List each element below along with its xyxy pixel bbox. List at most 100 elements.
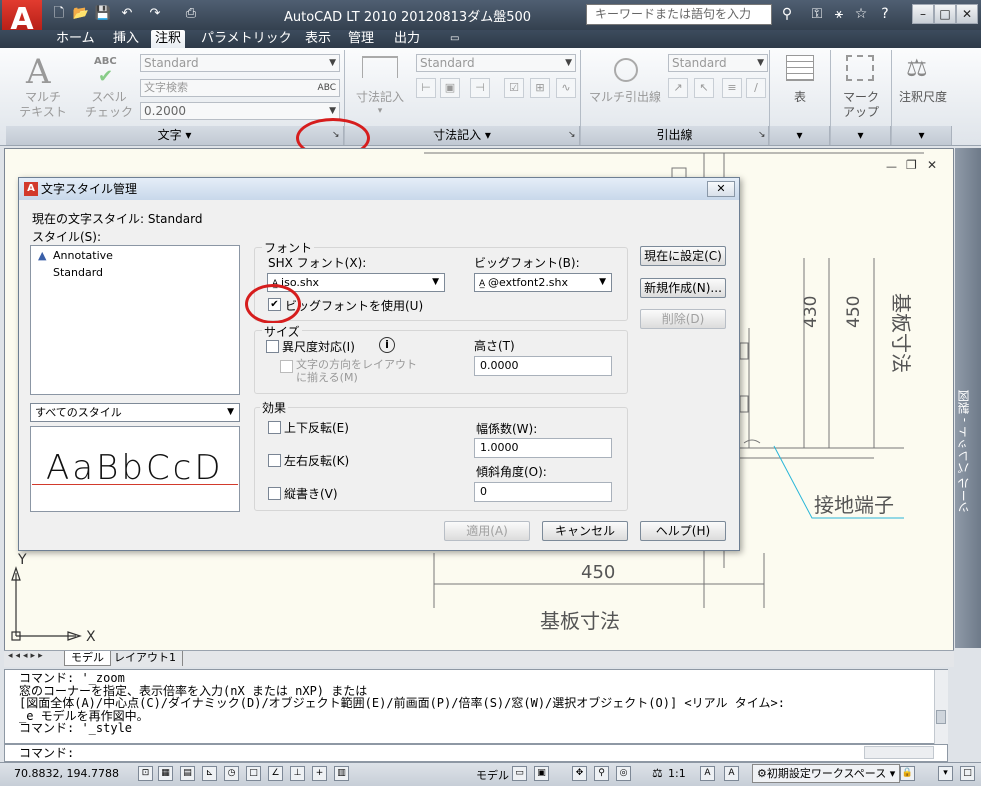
pan-icon[interactable]: ✥ bbox=[572, 766, 587, 781]
clean-screen-icon[interactable]: □ bbox=[960, 766, 975, 781]
add-leader-icon[interactable]: ↗ bbox=[668, 78, 688, 98]
text-style-combo[interactable]: Standard ▼ bbox=[140, 54, 340, 72]
key-icon[interactable]: ⚿ bbox=[808, 6, 826, 22]
style-filter-dropdown[interactable]: すべてのスタイル ▼ bbox=[30, 403, 240, 422]
tab-insert[interactable]: 挿入 bbox=[113, 30, 139, 48]
grid-icon[interactable]: ▤ bbox=[180, 766, 195, 781]
lock-icon[interactable]: 🔒 bbox=[900, 766, 915, 781]
steering-wheel-icon[interactable]: ◎ bbox=[616, 766, 631, 781]
text-height-combo[interactable]: 0.2000 ▼ bbox=[140, 102, 340, 120]
dimension-button[interactable]: 寸法記入 bbox=[352, 90, 408, 105]
style-list-item[interactable]: Standard bbox=[53, 266, 103, 279]
apply-button[interactable]: 適用(A) bbox=[444, 521, 530, 541]
vertical-checkbox[interactable] bbox=[268, 487, 281, 500]
table-button[interactable]: 表 bbox=[776, 90, 824, 105]
viewport-minimize-icon[interactable]: — bbox=[886, 160, 897, 173]
big-font-dropdown[interactable]: A̲ @extfont2.shx ▼ bbox=[474, 273, 612, 292]
align-leader-icon[interactable]: ≡ bbox=[722, 78, 742, 98]
match-orientation-checkbox[interactable] bbox=[280, 360, 293, 373]
collect-leader-icon[interactable]: ∕ bbox=[746, 78, 766, 98]
auto-scale-icon[interactable]: A bbox=[724, 766, 739, 781]
tab-layout1[interactable]: レイアウト1 bbox=[108, 651, 183, 666]
open-icon[interactable]: 📂 bbox=[72, 6, 90, 22]
annotation-visibility-icon[interactable]: A bbox=[700, 766, 715, 781]
ducs-icon[interactable]: ⊥ bbox=[290, 766, 305, 781]
linear-dimension-icon[interactable] bbox=[362, 56, 398, 78]
print-icon[interactable]: ⎙ bbox=[182, 6, 200, 22]
height-input[interactable]: 0.0000 bbox=[474, 356, 612, 376]
zoom-icon[interactable]: ⚲ bbox=[594, 766, 609, 781]
dimension-dropdown-icon[interactable]: ▾ bbox=[372, 104, 388, 119]
subscription-icon[interactable]: ⚹ bbox=[830, 6, 848, 22]
annotation-scale-icon[interactable]: ⚖ bbox=[906, 54, 928, 82]
annotation-scale-status-icon[interactable]: ⚖ bbox=[652, 766, 663, 780]
table-icon[interactable] bbox=[786, 55, 814, 81]
undo-icon[interactable]: ↶ bbox=[118, 6, 136, 22]
tab-scroll-arrows-icon[interactable]: ◂◂◂▸▸ bbox=[8, 651, 46, 661]
multileader-style-combo[interactable]: Standard ▼ bbox=[668, 54, 768, 72]
help-button[interactable]: ヘルプ(H) bbox=[640, 521, 726, 541]
minimize-button[interactable]: – bbox=[912, 4, 934, 24]
otrack-icon[interactable]: ∠ bbox=[268, 766, 283, 781]
annotation-scale-value[interactable]: 1:1 bbox=[668, 767, 686, 780]
new-icon[interactable]: 🗋 bbox=[50, 6, 68, 22]
workspace-switch[interactable]: ⚙初期設定ワークスペース ▾ bbox=[752, 764, 901, 783]
search-input[interactable]: キーワードまたは語句を入力 bbox=[586, 4, 772, 25]
viewport-restore-icon[interactable]: ❐ bbox=[906, 158, 917, 172]
binoculars-icon[interactable]: ⚲ bbox=[778, 6, 796, 22]
spell-check-button[interactable]: スペル チェック bbox=[82, 90, 136, 120]
dim-continue-icon[interactable]: ⊣ bbox=[470, 78, 490, 98]
tab-home[interactable]: ホーム bbox=[56, 30, 95, 48]
annotation-scale-button[interactable]: 注釈尺度 bbox=[894, 90, 952, 105]
shx-font-dropdown[interactable]: A̲ iso.shx ▼ bbox=[267, 273, 445, 292]
multiline-text-icon[interactable]: A bbox=[26, 52, 56, 92]
isolate-objects-icon[interactable]: ▾ bbox=[938, 766, 953, 781]
dynamic-input-icon[interactable]: + bbox=[312, 766, 327, 781]
markup-button[interactable]: マーク アップ bbox=[834, 90, 888, 120]
dim-update-icon[interactable]: ☑ bbox=[504, 78, 524, 98]
multiline-text-button[interactable]: マルチ テキスト bbox=[10, 90, 76, 120]
star-icon[interactable]: ☆ bbox=[852, 6, 870, 22]
dialog-close-button[interactable]: ✕ bbox=[707, 181, 735, 197]
horizontal-scrollbar[interactable] bbox=[864, 746, 934, 759]
cancel-button[interactable]: キャンセル bbox=[542, 521, 628, 541]
model-space-button[interactable]: モデル bbox=[476, 767, 509, 783]
annotative-checkbox[interactable] bbox=[266, 340, 279, 353]
quick-view-layouts-icon[interactable]: ▭ bbox=[512, 766, 527, 781]
dim-break-icon[interactable]: ∿ bbox=[556, 78, 576, 98]
markup-icon[interactable] bbox=[846, 55, 874, 81]
info-icon[interactable]: i bbox=[379, 337, 395, 353]
tab-parametric[interactable]: パラメトリック bbox=[201, 30, 292, 48]
annotation-scale-footer[interactable]: ▾ bbox=[892, 126, 952, 145]
ortho-icon[interactable]: ⊾ bbox=[202, 766, 217, 781]
backwards-checkbox[interactable] bbox=[268, 454, 281, 467]
tab-output[interactable]: 出力 bbox=[394, 30, 420, 48]
osnap-icon[interactable]: □ bbox=[246, 766, 261, 781]
restore-button[interactable]: □ bbox=[934, 4, 956, 24]
find-text-input[interactable]: 文字検索 ABC bbox=[140, 79, 340, 97]
leader-panel-footer[interactable]: 引出線 bbox=[581, 126, 769, 145]
help-icon[interactable]: ? bbox=[876, 6, 894, 22]
command-input[interactable]: コマンド: bbox=[4, 744, 948, 762]
tab-annotate[interactable]: 注釈 bbox=[151, 30, 186, 48]
new-style-button[interactable]: 新規作成(N)... bbox=[640, 278, 726, 298]
quick-view-drawings-icon[interactable]: ▣ bbox=[534, 766, 549, 781]
style-list-item[interactable]: Annotative bbox=[53, 249, 113, 262]
dimension-style-combo[interactable]: Standard ▼ bbox=[416, 54, 576, 72]
remove-leader-icon[interactable]: ↖ bbox=[694, 78, 714, 98]
tab-manage[interactable]: 管理 bbox=[348, 30, 374, 48]
lineweight-icon[interactable]: ▥ bbox=[334, 766, 349, 781]
viewport-close-icon[interactable]: ✕ bbox=[927, 158, 937, 172]
leader-dialog-launcher-icon[interactable]: ↘ bbox=[758, 130, 766, 140]
close-button[interactable]: ✕ bbox=[956, 4, 978, 24]
scrollbar-thumb[interactable] bbox=[936, 710, 946, 724]
dim-baseline-icon[interactable]: ⊢ bbox=[416, 78, 436, 98]
snap-icon[interactable]: ▦ bbox=[158, 766, 173, 781]
width-factor-input[interactable]: 1.0000 bbox=[474, 438, 612, 458]
markup-panel-footer[interactable]: ▾ bbox=[831, 126, 891, 145]
tab-view[interactable]: 表示 bbox=[305, 30, 331, 48]
multileader-icon[interactable] bbox=[614, 58, 638, 82]
infer-constraints-icon[interactable]: ⊡ bbox=[138, 766, 153, 781]
tab-model[interactable]: モデル bbox=[64, 651, 111, 666]
ribbon-minimize-icon[interactable]: ▭ bbox=[450, 30, 459, 48]
